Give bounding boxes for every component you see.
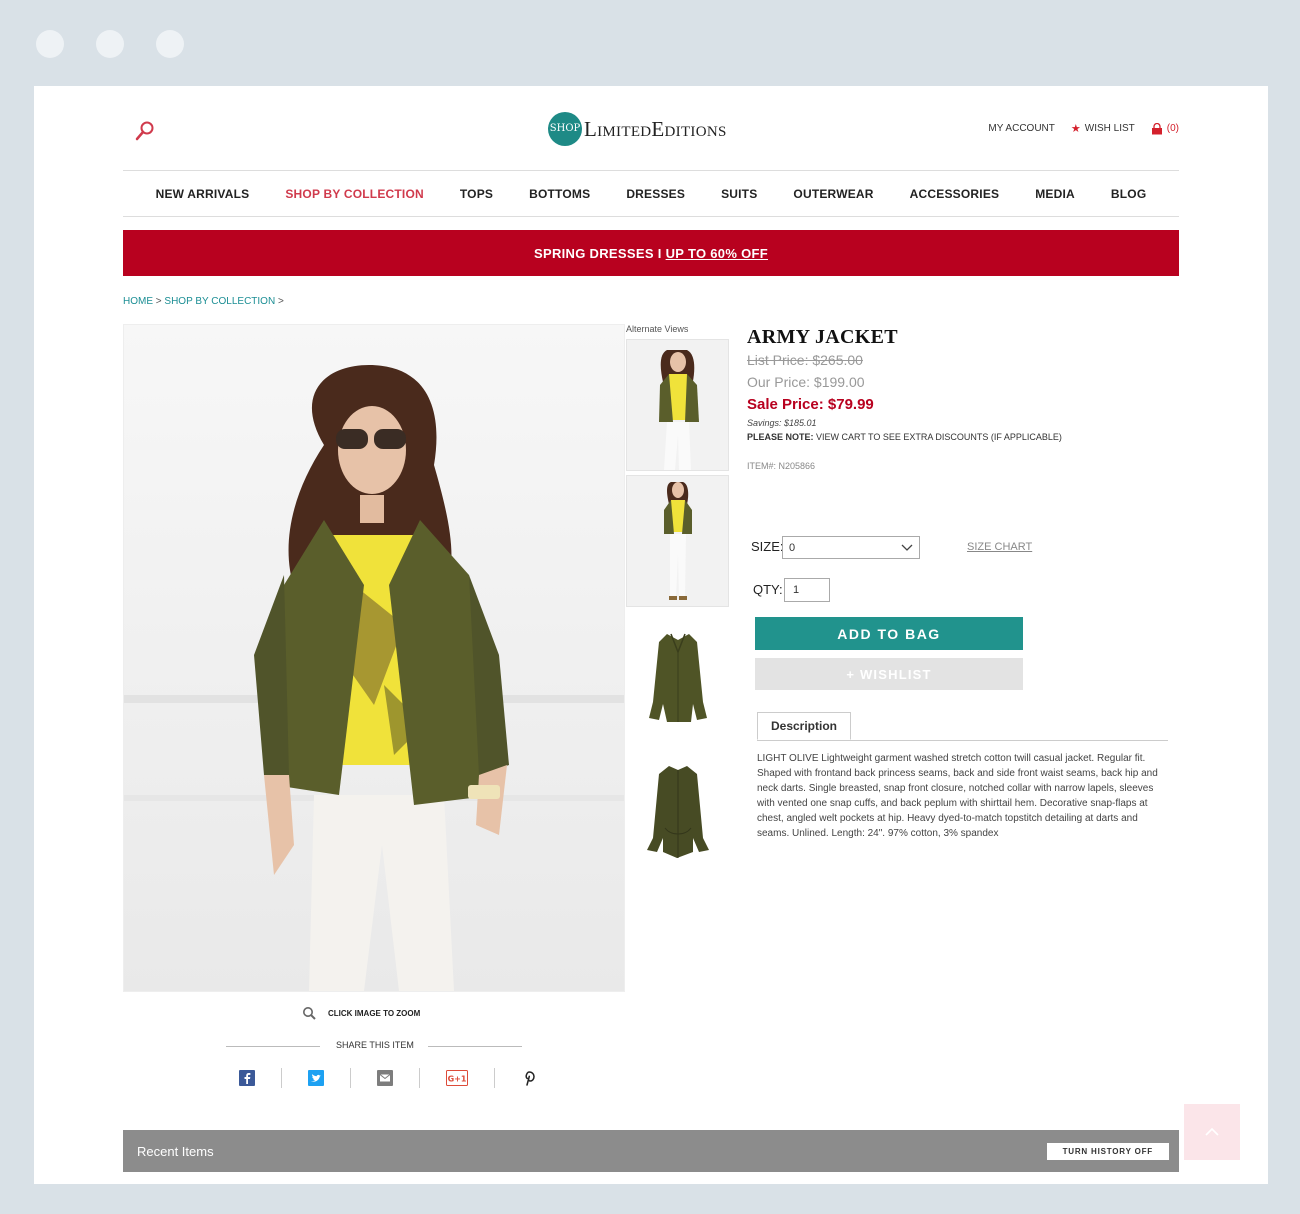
promo-text: SPRING DRESSES I — [534, 245, 662, 261]
star-icon: ★ — [1070, 123, 1081, 135]
shopping-bag-icon — [1151, 122, 1162, 134]
recent-items-bar: Recent Items TURN HISTORY OFF — [123, 1130, 1179, 1172]
search-icon[interactable] — [134, 120, 156, 142]
cart-count: (0) — [1166, 123, 1179, 134]
window-dot-1 — [36, 30, 64, 58]
google-plus-icon[interactable]: G+1 — [446, 1070, 468, 1086]
promo-banner[interactable]: SPRING DRESSES I UP TO 60% OFF — [123, 230, 1179, 276]
nav-blog[interactable]: BLOG — [1093, 187, 1164, 201]
breadcrumb-collection[interactable]: SHOP BY COLLECTION — [164, 296, 275, 307]
nav-shop-by-collection[interactable]: SHOP BY COLLECTION — [267, 187, 442, 201]
divider — [757, 740, 1168, 741]
breadcrumb-home[interactable]: HOME — [123, 296, 153, 307]
main-nav: NEW ARRIVALS SHOP BY COLLECTION TOPS BOT… — [123, 170, 1179, 217]
nav-bottoms[interactable]: BOTTOMS — [511, 187, 608, 201]
size-chart-link[interactable]: SIZE CHART — [967, 541, 1032, 553]
nav-suits[interactable]: SUITS — [703, 187, 775, 201]
share-icons: G+1 — [239, 1068, 537, 1088]
magnifier-icon — [303, 1007, 316, 1020]
svg-text:G+1: G+1 — [448, 1075, 467, 1084]
my-account-link[interactable]: MY ACCOUNT — [988, 123, 1055, 134]
size-label: SIZE: — [751, 539, 784, 554]
divider — [419, 1068, 420, 1088]
nav-tops[interactable]: TOPS — [442, 187, 511, 201]
utility-links: MY ACCOUNT ★ WISH LIST (0) — [988, 122, 1179, 135]
twitter-icon[interactable] — [308, 1070, 324, 1086]
our-price: Our Price: $199.00 — [747, 374, 865, 390]
divider — [494, 1068, 495, 1088]
recent-items-label: Recent Items — [137, 1143, 214, 1159]
window-dot-3 — [156, 30, 184, 58]
add-to-wishlist-button[interactable]: + WISHLIST — [755, 658, 1023, 690]
page: SHOP LimitedEditions MY ACCOUNT ★ WISH L… — [34, 86, 1268, 1184]
cart-link[interactable]: (0) — [1151, 122, 1179, 135]
promo-link[interactable]: UP TO 60% OFF — [666, 246, 768, 261]
divider — [226, 1046, 320, 1047]
add-to-bag-button[interactable]: ADD TO BAG — [755, 617, 1023, 650]
email-icon[interactable] — [377, 1070, 393, 1086]
note-text: VIEW CART TO SEE EXTRA DISCOUNTS (IF APP… — [816, 432, 1062, 442]
logo[interactable]: SHOP LimitedEditions — [548, 112, 727, 146]
nav-accessories[interactable]: ACCESSORIES — [892, 187, 1018, 201]
breadcrumb-separator: > — [155, 296, 162, 307]
thumbnail-3[interactable] — [626, 611, 729, 743]
nav-new-arrivals[interactable]: NEW ARRIVALS — [138, 187, 268, 201]
qty-input[interactable]: 1 — [784, 578, 830, 602]
nav-dresses[interactable]: DRESSES — [608, 187, 703, 201]
facebook-icon[interactable] — [239, 1070, 255, 1086]
thumbnail-2[interactable] — [626, 475, 729, 607]
logo-text: LimitedEditions — [584, 116, 727, 141]
back-to-top-button[interactable] — [1184, 1104, 1240, 1160]
nav-media[interactable]: MEDIA — [1017, 187, 1093, 201]
size-value: 0 — [789, 541, 796, 554]
note-label: PLEASE NOTE: — [747, 432, 814, 442]
zoom-hint[interactable]: CLICK IMAGE TO ZOOM — [302, 1006, 420, 1020]
size-select[interactable]: 0 — [782, 536, 920, 559]
discount-note: PLEASE NOTE: VIEW CART TO SEE EXTRA DISC… — [747, 432, 1062, 442]
wish-list-link[interactable]: ★ WISH LIST — [1071, 122, 1135, 135]
breadcrumb-separator: > — [277, 296, 284, 307]
item-number: ITEM#: N205866 — [747, 461, 816, 471]
product-title: ARMY JACKET — [747, 326, 898, 348]
pinterest-icon[interactable] — [521, 1070, 537, 1086]
tab-description[interactable]: Description — [757, 712, 851, 740]
window-dot-2 — [96, 30, 124, 58]
zoom-label: CLICK IMAGE TO ZOOM — [328, 1008, 421, 1018]
savings: Savings: $185.01 — [747, 418, 817, 428]
product-description: LIGHT OLIVE Lightweight garment washed s… — [757, 753, 1158, 839]
list-price: List Price: $265.00 — [747, 352, 863, 368]
logo-badge: SHOP — [548, 112, 582, 146]
main-product-image[interactable] — [123, 324, 625, 992]
nav-outerwear[interactable]: OUTERWEAR — [775, 187, 891, 201]
thumbnail-4[interactable] — [626, 747, 729, 879]
sale-price: Sale Price: $79.99 — [747, 396, 874, 413]
thumbnail-1[interactable] — [626, 339, 729, 471]
divider — [350, 1068, 351, 1088]
alternate-views-label: Alternate Views — [626, 324, 689, 334]
divider — [281, 1068, 282, 1088]
breadcrumb: HOME > SHOP BY COLLECTION > — [123, 296, 284, 307]
turn-history-off-button[interactable]: TURN HISTORY OFF — [1046, 1142, 1169, 1160]
chevron-down-icon — [901, 544, 913, 551]
wish-list-label: WISH LIST — [1084, 123, 1135, 134]
share-label: SHARE THIS ITEM — [336, 1040, 414, 1050]
qty-label: QTY: — [753, 582, 783, 597]
chevron-up-icon — [1205, 1127, 1219, 1136]
divider — [428, 1046, 522, 1047]
